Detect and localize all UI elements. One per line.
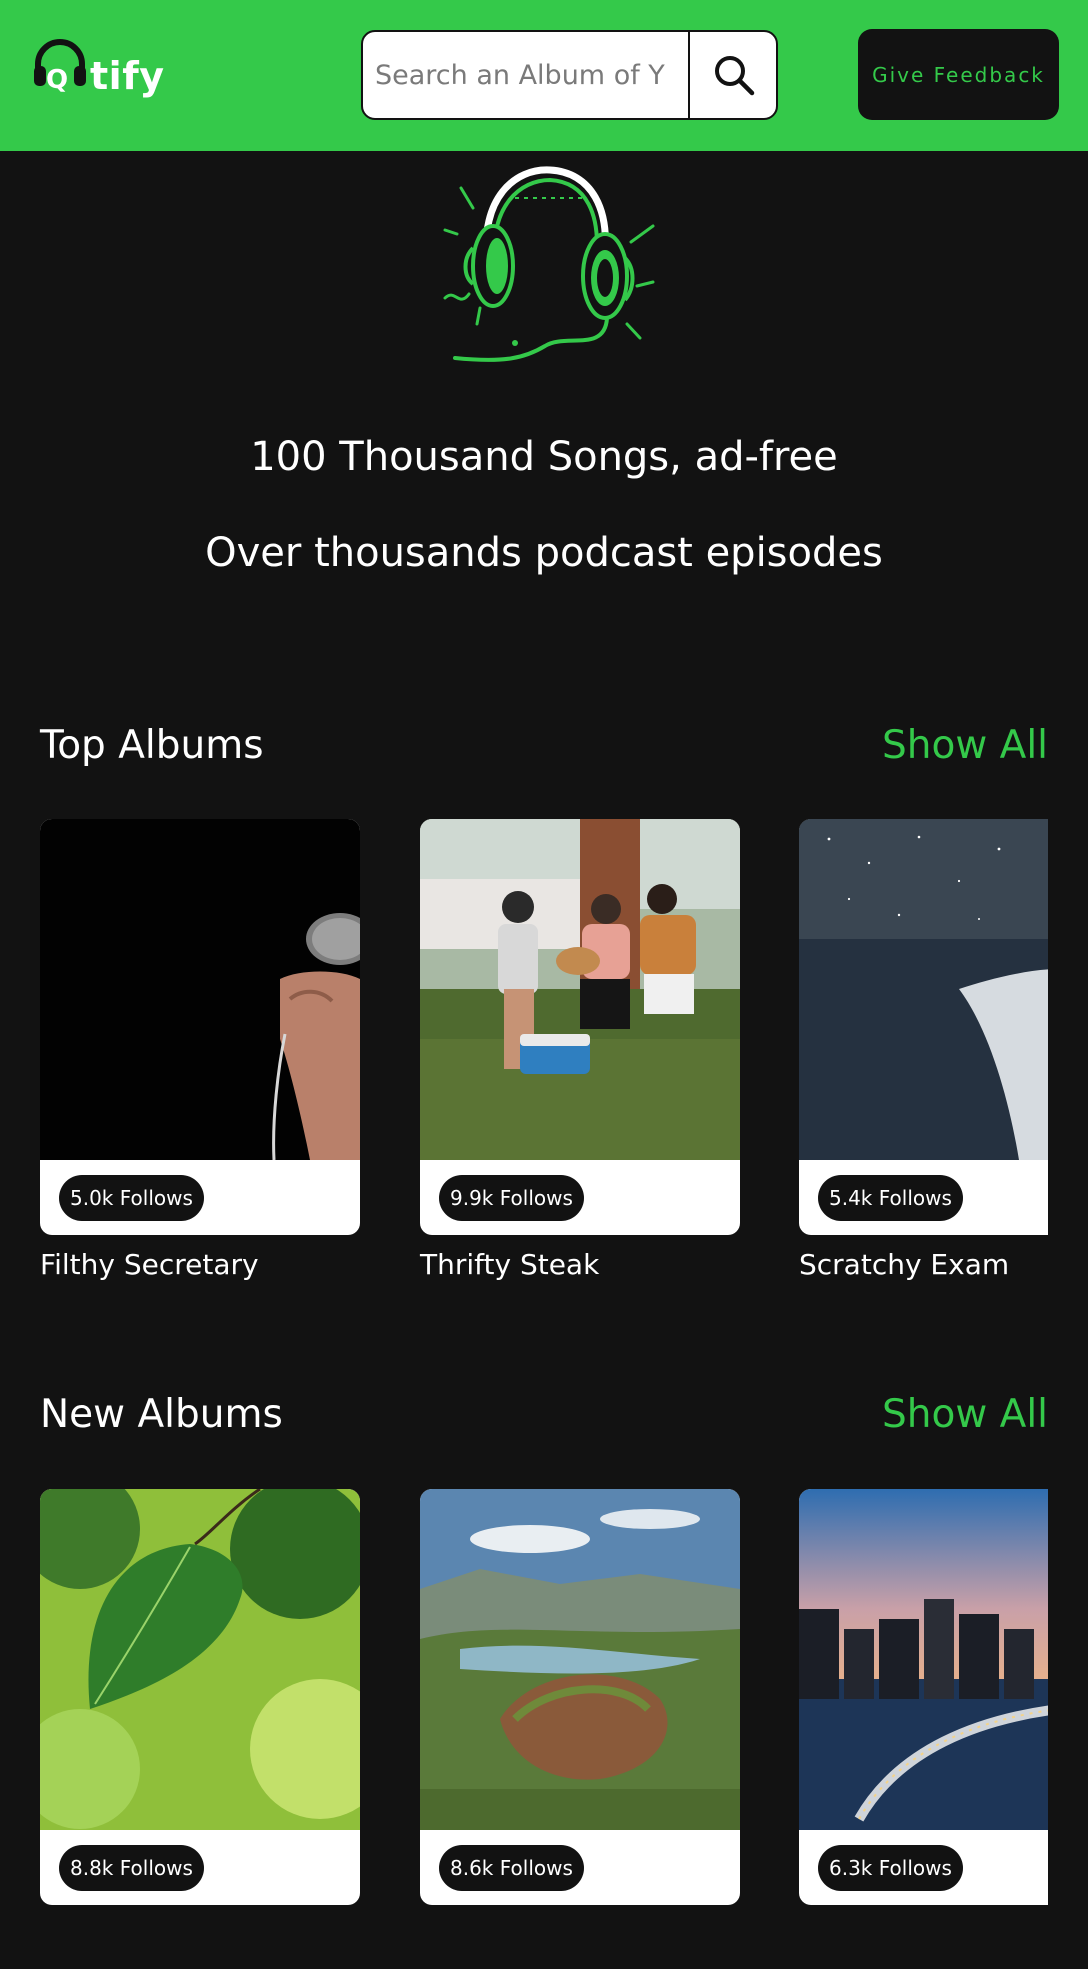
album-card-box[interactable]: 6.3k Follows (799, 1489, 1048, 1905)
album-image-friends-guitar (420, 819, 740, 1160)
search-icon (715, 56, 755, 96)
follows-badge: 5.0k Follows (59, 1175, 204, 1221)
logo-text: tify (90, 54, 165, 98)
album-image-microphone (40, 819, 360, 1160)
hero-subheadline: Over thousands podcast episodes (205, 530, 883, 576)
follows-badge: 8.6k Follows (439, 1845, 584, 1891)
follows-badge: 9.9k Follows (439, 1175, 584, 1221)
album-title[interactable]: Scratchy Exam (799, 1248, 1048, 1281)
album-title[interactable]: Filthy Secretary (40, 1248, 360, 1281)
new-albums-row: 8.8k Follows 8.6k Follows 6.3k Follows (40, 1489, 1048, 1969)
top-albums-row: 5.0k Follows Filthy Secretary 9.9k Follo… (40, 819, 1048, 1299)
album-card-box[interactable]: 5.4k Follows (799, 819, 1048, 1235)
album-card-box[interactable]: 8.6k Follows (420, 1489, 740, 1905)
search-input[interactable] (363, 32, 688, 118)
headphones-logo-icon: Q (34, 39, 86, 95)
album-card-box[interactable]: 8.8k Follows (40, 1489, 360, 1905)
search-bar (361, 30, 778, 120)
navbar: Q tify Give Feedback (0, 0, 1088, 151)
album-card[interactable]: 5.0k Follows Filthy Secretary (40, 819, 360, 1281)
section-title-new-albums: New Albums (40, 1392, 283, 1437)
album-card[interactable]: 9.9k Follows Thrifty Steak (420, 819, 740, 1281)
album-card-box[interactable]: 5.0k Follows (40, 819, 360, 1235)
album-image-night-sky (799, 819, 1048, 1160)
album-card[interactable]: 8.6k Follows (420, 1489, 740, 1918)
follows-badge: 8.8k Follows (59, 1845, 204, 1891)
album-title[interactable]: Thrifty Steak (420, 1248, 740, 1281)
svg-text:Q: Q (46, 65, 68, 95)
album-card-box[interactable]: 9.9k Follows (420, 819, 740, 1235)
show-all-new-albums-link[interactable]: Show All (882, 1392, 1048, 1437)
album-card[interactable]: 6.3k Follows (799, 1489, 1048, 1918)
give-feedback-button[interactable]: Give Feedback (858, 29, 1059, 120)
album-image-canyon (420, 1489, 740, 1830)
section-title-top-albums: Top Albums (40, 723, 264, 768)
album-image-leaf (40, 1489, 360, 1830)
hero-headline: 100 Thousand Songs, ad-free (250, 434, 838, 480)
follows-badge: 6.3k Follows (818, 1845, 963, 1891)
follows-badge: 5.4k Follows (818, 1175, 963, 1221)
search-button[interactable] (688, 32, 776, 118)
album-card[interactable]: 8.8k Follows (40, 1489, 360, 1918)
album-card[interactable]: 5.4k Follows Scratchy Exam (799, 819, 1048, 1281)
show-all-top-albums-link[interactable]: Show All (882, 723, 1048, 768)
logo[interactable]: Q tify (32, 36, 164, 106)
album-image-city-bridge (799, 1489, 1048, 1830)
headphones-illustration (425, 158, 665, 378)
